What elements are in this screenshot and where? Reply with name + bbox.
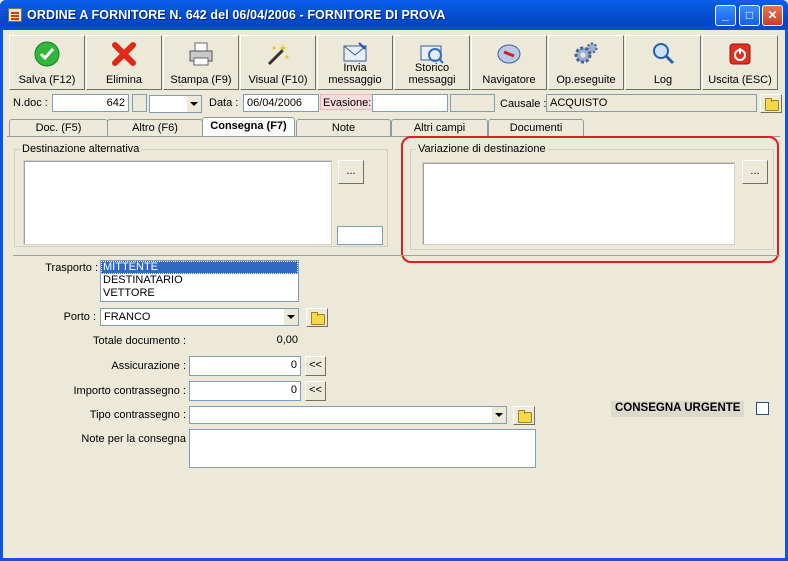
message-history-button[interactable]: Storico messaggi	[394, 35, 470, 90]
message-history-label: Storico messaggi	[408, 62, 456, 86]
trasporto-option-vettore[interactable]: VETTORE	[101, 287, 298, 300]
tab-doc[interactable]: Doc. (F5)	[9, 119, 108, 136]
magic-wand-icon	[267, 44, 289, 66]
chevron-down-icon[interactable]	[186, 96, 201, 112]
urgent-checkbox[interactable]	[756, 402, 769, 415]
navigator-label: Navigatore	[482, 74, 536, 86]
app-icon	[8, 8, 22, 22]
window-title: ORDINE A FORNITORE N. 642 del 06/04/2006…	[27, 8, 446, 22]
tab-note[interactable]: Note	[296, 119, 391, 136]
importo-label: Importo contrassegno :	[73, 385, 186, 397]
send-message-label: Invia messaggio	[328, 62, 382, 86]
toolbar: Salva (F12) Elimina Stampa (F9) Visual (…	[3, 33, 785, 90]
tab-documenti[interactable]: Documenti	[488, 119, 584, 136]
exit-button[interactable]: Uscita (ESC)	[702, 35, 778, 90]
printer-icon	[189, 42, 213, 66]
data-label: Data :	[206, 94, 242, 110]
close-button[interactable]: ✕	[762, 5, 783, 26]
ndoc-series-combo[interactable]	[149, 95, 202, 113]
totale-value: 0,00	[189, 332, 301, 350]
chevron-down-icon[interactable]	[283, 309, 298, 325]
dest-alt-code-field[interactable]	[337, 226, 383, 245]
porto-folder-button[interactable]	[306, 308, 328, 327]
porto-combo[interactable]: FRANCO	[100, 308, 299, 326]
tipo-label: Tipo contrassegno :	[89, 409, 186, 421]
ndoc-suffix-field[interactable]	[132, 94, 147, 112]
causale-folder-button[interactable]	[760, 94, 782, 113]
visual-label: Visual (F10)	[248, 74, 308, 86]
operations-button[interactable]: Op.eseguite	[548, 35, 624, 90]
operations-label: Op.eseguite	[556, 74, 616, 86]
tab-consegna[interactable]: Consegna (F7)	[202, 117, 295, 137]
send-message-button[interactable]: Invia messaggio	[317, 35, 393, 90]
highlight-box	[401, 136, 779, 263]
assicurazione-label: Assicurazione :	[111, 360, 186, 372]
note-textarea[interactable]	[189, 429, 536, 468]
gears-icon	[574, 42, 598, 64]
power-exit-icon	[729, 43, 751, 65]
print-label: Stampa (F9)	[170, 74, 232, 86]
porto-value: FRANCO	[104, 311, 151, 323]
data-field[interactable]: 06/04/2006	[243, 94, 319, 112]
trasporto-listbox[interactable]: MITTENTE DESTINATARIO VETTORE	[100, 260, 299, 302]
dest-alt-textarea[interactable]	[23, 160, 332, 245]
urgent-label: CONSEGNA URGENTE	[611, 401, 745, 417]
importo-field[interactable]: 0	[189, 381, 301, 401]
trasporto-label: Trasporto :	[45, 262, 98, 274]
save-button[interactable]: Salva (F12)	[9, 35, 85, 90]
check-icon	[34, 41, 60, 67]
tab-altri-campi[interactable]: Altri campi	[391, 119, 488, 136]
visual-button[interactable]: Visual (F10)	[240, 35, 316, 90]
causale-label: Causale :	[497, 95, 550, 111]
chevron-down-icon[interactable]	[491, 407, 506, 423]
tipo-folder-button[interactable]	[513, 406, 535, 425]
log-label: Log	[653, 74, 673, 86]
tab-altro[interactable]: Altro (F6)	[107, 119, 203, 136]
ndoc-field[interactable]: 642	[52, 94, 129, 112]
porto-label: Porto :	[63, 311, 96, 323]
title-bar[interactable]: ORDINE A FORNITORE N. 642 del 06/04/2006…	[0, 0, 788, 30]
trasporto-option-mittente[interactable]: MITTENTE	[101, 261, 298, 274]
evasione-extra-field[interactable]	[450, 94, 495, 112]
note-label: Note per la consegna	[81, 433, 186, 445]
importo-calc-button[interactable]: <<	[305, 381, 326, 401]
assicurazione-field[interactable]: 0	[189, 356, 301, 376]
assicurazione-calc-button[interactable]: <<	[305, 356, 326, 376]
app-window: ORDINE A FORNITORE N. 642 del 06/04/2006…	[0, 0, 788, 561]
evasione-label: Evasione:	[320, 94, 375, 110]
causale-field[interactable]: ACQUISTO	[546, 94, 757, 112]
delete-label: Elimina	[105, 74, 143, 86]
maximize-button[interactable]: □	[739, 5, 760, 26]
exit-label: Uscita (ESC)	[708, 74, 772, 86]
tipo-combo[interactable]	[189, 406, 507, 424]
delete-button[interactable]: Elimina	[86, 35, 162, 90]
navigator-button[interactable]: Navigatore	[471, 35, 547, 90]
print-button[interactable]: Stampa (F9)	[163, 35, 239, 90]
totale-label: Totale documento :	[93, 335, 186, 347]
log-button[interactable]: Log	[625, 35, 701, 90]
compass-icon	[497, 44, 521, 64]
ndoc-label: N.doc :	[10, 94, 51, 110]
save-label: Salva (F12)	[18, 74, 76, 86]
minimize-button[interactable]: _	[715, 5, 736, 26]
dest-alt-dots-button[interactable]: ...	[338, 160, 364, 184]
delete-x-icon	[112, 42, 136, 66]
dest-alt-title: Destinazione alternativa	[20, 143, 142, 155]
evasione-field[interactable]	[372, 94, 448, 112]
client-area: Salva (F12) Elimina Stampa (F9) Visual (…	[3, 30, 785, 558]
log-search-icon	[653, 43, 675, 65]
trasporto-option-destinatario[interactable]: DESTINATARIO	[101, 274, 298, 287]
